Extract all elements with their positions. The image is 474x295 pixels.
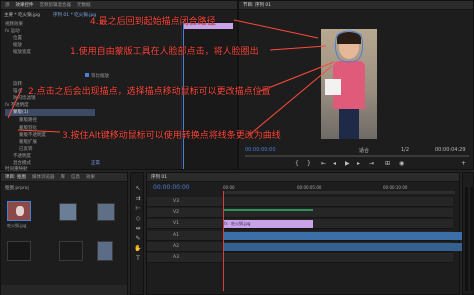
annotation-step-1: 1.使用自由蒙版工具在人脸部点击，将人脸圈出 <box>70 47 259 57</box>
annotation-step-4: 4.最之后回到起始描点闭合路径 <box>90 17 216 27</box>
annotation-step-2: 2.点击之后会出现描点，选择描点移动鼠标可以更改描点位置 <box>28 87 271 97</box>
annotation-step-3: 3.按住Alt键移动鼠标可以使用转换点将线条更改为曲线 <box>62 131 281 141</box>
